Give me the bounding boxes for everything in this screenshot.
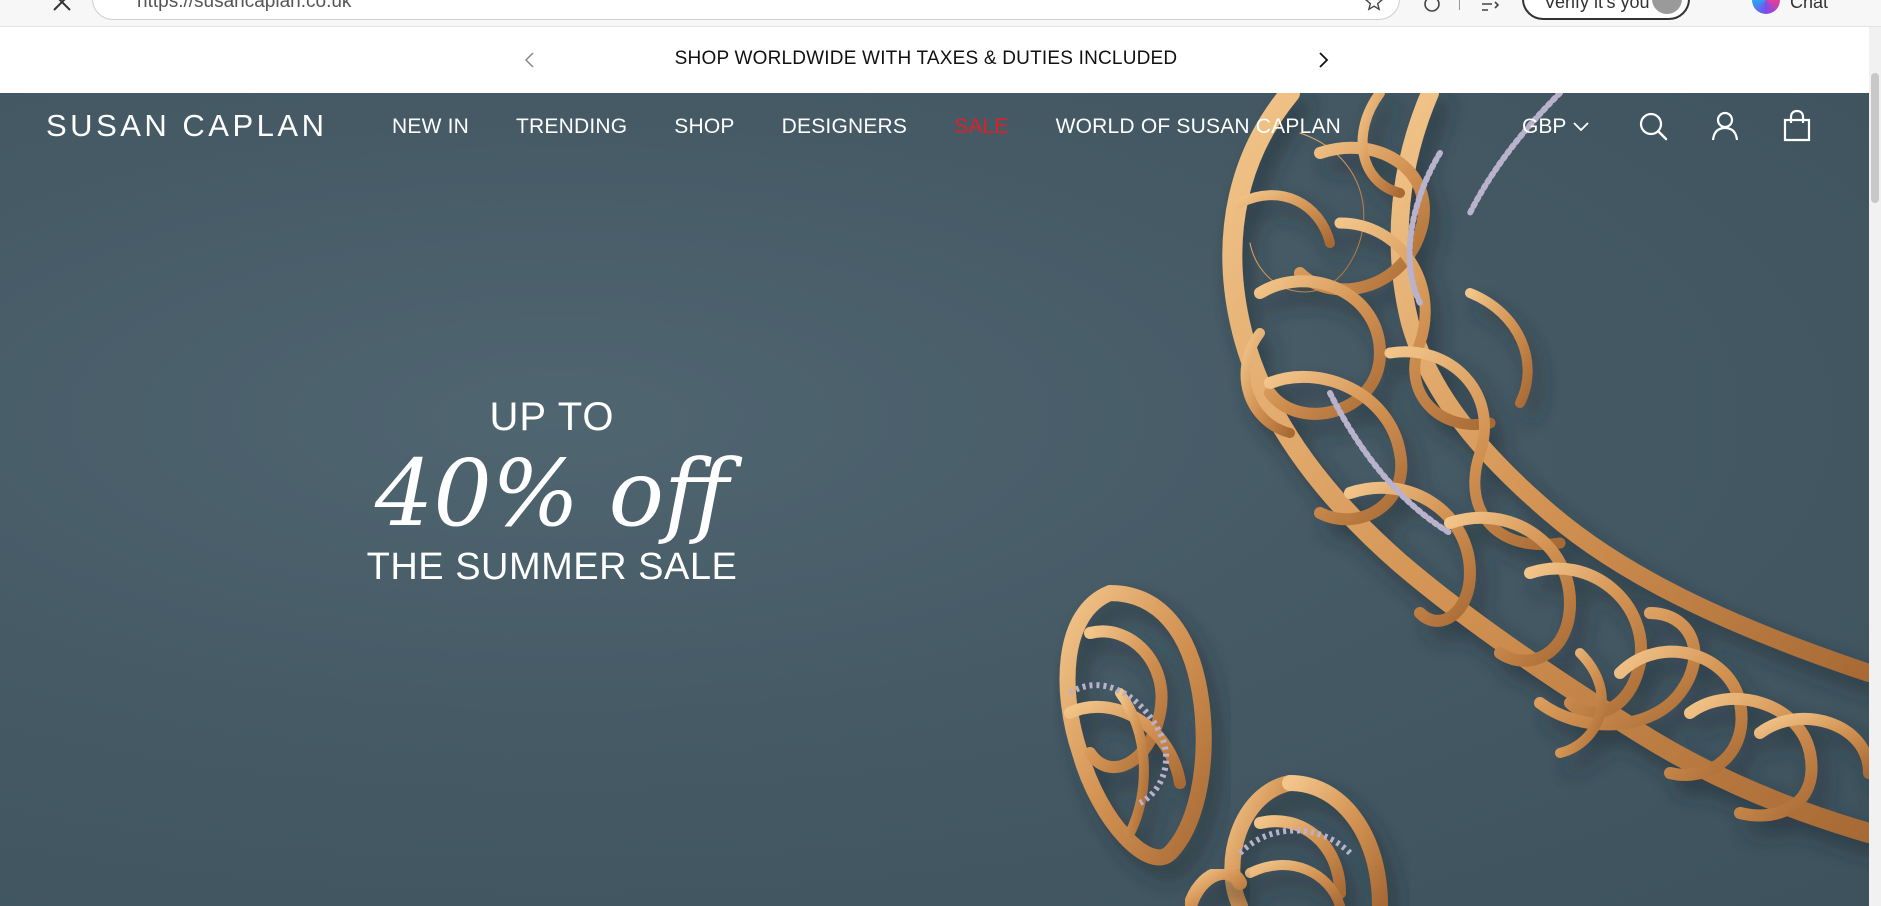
avatar [1652, 0, 1682, 14]
sale-promo[interactable]: UP TO 40% off THE SUMMER SALE [352, 395, 752, 589]
address-bar[interactable]: https://susancaplan.co.uk [92, 0, 1400, 20]
chat-label[interactable]: Chat [1790, 0, 1828, 13]
scrollbar-thumb[interactable] [1871, 73, 1879, 203]
close-icon[interactable] [50, 0, 74, 14]
nav-shop[interactable]: SHOP [674, 115, 734, 139]
toolbar-divider [1459, 0, 1460, 10]
browser-toolbar: https://susancaplan.co.uk Verify it's yo… [0, 0, 1881, 27]
promo-line-3: THE SUMMER SALE [366, 546, 738, 588]
nav-new-in[interactable]: NEW IN [392, 115, 469, 139]
currency-selector[interactable]: GBP [1522, 115, 1590, 139]
account-icon[interactable] [1708, 109, 1742, 143]
search-icon[interactable] [1636, 109, 1670, 143]
favorite-star-icon[interactable] [1363, 0, 1385, 13]
chevron-left-icon[interactable] [518, 48, 542, 72]
nav-trending[interactable]: TRENDING [516, 115, 627, 139]
url-text: https://susancaplan.co.uk [137, 0, 352, 12]
promo-line-1: UP TO [489, 395, 615, 439]
verify-profile-button[interactable]: Verify it's you [1522, 0, 1690, 20]
site-header: SUSAN CAPLAN NEW IN TRENDING SHOP DESIGN… [0, 93, 1869, 161]
page-scrollbar[interactable] [1869, 27, 1881, 906]
nav-world-of-susan-caplan[interactable]: WORLD OF SUSAN CAPLAN [1056, 115, 1341, 139]
verify-label: Verify it's you [1544, 0, 1650, 12]
collections-icon[interactable] [1478, 0, 1502, 16]
site-logo[interactable]: SUSAN CAPLAN [46, 108, 327, 144]
announcement-bar: SHOP WORLDWIDE WITH TAXES & DUTIES INCLU… [0, 27, 1881, 93]
currency-label: GBP [1522, 115, 1567, 138]
main-nav: NEW IN TRENDING SHOP DESIGNERS SALE WORL… [392, 115, 1388, 139]
nav-sale[interactable]: SALE [954, 115, 1009, 139]
shopping-bag-icon[interactable] [1780, 109, 1814, 143]
jewellery-image [1059, 93, 1869, 906]
copilot-icon[interactable] [1752, 0, 1780, 14]
extensions-icon[interactable] [1420, 0, 1444, 16]
promo-headline: 40% off [374, 440, 730, 547]
hero-banner[interactable] [0, 93, 1869, 906]
announcement-text: SHOP WORLDWIDE WITH TAXES & DUTIES INCLU… [674, 48, 1178, 69]
chevron-down-icon [1573, 122, 1589, 132]
nav-designers[interactable]: DESIGNERS [782, 115, 908, 139]
chevron-right-icon[interactable] [1311, 48, 1335, 72]
